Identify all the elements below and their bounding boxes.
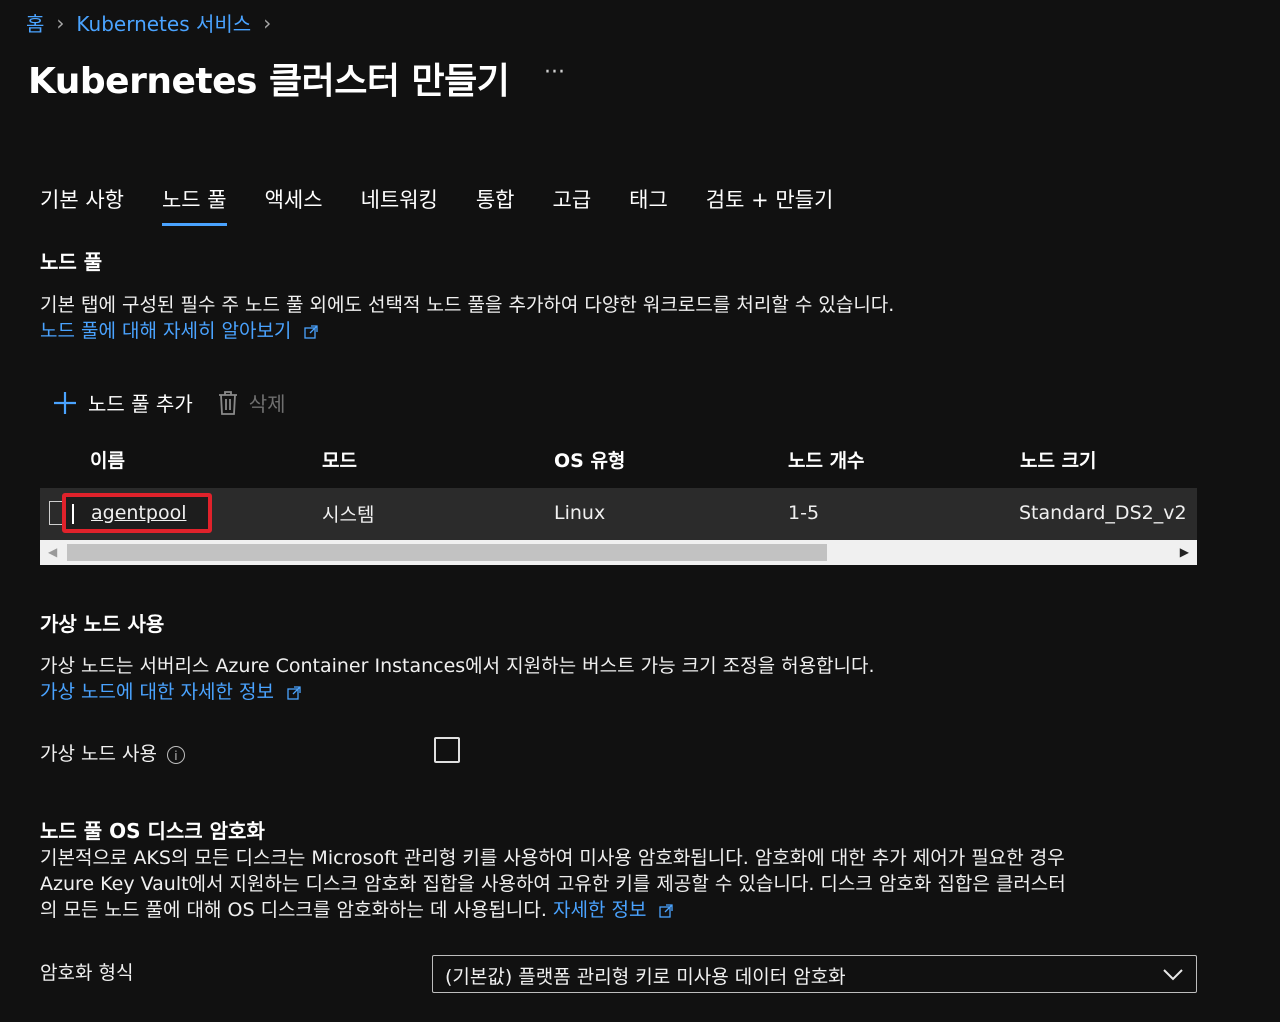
encryption-type-selected: (기본값) 플랫폼 관리형 키로 미사용 데이터 암호화 bbox=[445, 966, 846, 988]
nodepool-heading: 노드 풀 bbox=[40, 250, 103, 274]
encryption-type-dropdown[interactable]: (기본값) 플랫폼 관리형 키로 미사용 데이터 암호화 bbox=[432, 955, 1197, 993]
virtual-nodes-checkbox[interactable] bbox=[434, 737, 460, 763]
add-nodepool-label: 노드 풀 추가 bbox=[88, 392, 193, 416]
external-link-icon bbox=[659, 903, 674, 918]
plus-icon bbox=[54, 391, 76, 414]
add-nodepool-button[interactable]: 노드 풀 추가 bbox=[52, 388, 193, 417]
chevron-right-icon: › bbox=[263, 10, 272, 35]
nodepool-table-header: 이름 모드 OS 유형 노드 개수 노드 크기 bbox=[40, 440, 1197, 480]
column-header-name[interactable]: 이름 bbox=[90, 446, 125, 473]
virtual-nodes-field: 가상 노드 사용 i bbox=[40, 741, 185, 767]
horizontal-scrollbar[interactable]: ◀ ▶ bbox=[40, 540, 1197, 565]
cell-os-type: Linux bbox=[554, 502, 606, 524]
external-link-icon bbox=[304, 324, 319, 339]
scroll-left-icon[interactable]: ◀ bbox=[48, 545, 57, 559]
breadcrumb-kubernetes-service[interactable]: Kubernetes 서비스 bbox=[76, 8, 251, 37]
trash-icon bbox=[218, 390, 237, 415]
breadcrumb-home[interactable]: 홈 bbox=[26, 8, 44, 37]
nodepool-description: 기본 탭에 구성된 필수 주 노드 풀 외에도 선택적 노드 풀을 추가하여 다… bbox=[40, 294, 895, 316]
column-header-os-type[interactable]: OS 유형 bbox=[554, 446, 625, 473]
encryption-info-link[interactable]: 자세한 정보 bbox=[553, 899, 646, 921]
nodepool-name-link[interactable]: agentpool bbox=[91, 502, 186, 524]
column-header-node-size[interactable]: 노드 크기 bbox=[1020, 446, 1097, 473]
chevron-down-icon bbox=[1163, 969, 1183, 981]
column-header-mode[interactable]: 모드 bbox=[322, 446, 357, 473]
more-options-button[interactable]: ··· bbox=[544, 60, 565, 85]
tab-tags[interactable]: 태그 bbox=[629, 184, 668, 224]
column-header-node-count[interactable]: 노드 개수 bbox=[788, 446, 865, 473]
table-row[interactable]: agentpool 시스템 Linux 1-5 Standard_DS2_v2 bbox=[40, 488, 1197, 540]
info-icon[interactable]: i bbox=[166, 745, 185, 764]
virtual-nodes-field-label: 가상 노드 사용 bbox=[40, 743, 157, 765]
tab-review-create[interactable]: 검토 + 만들기 bbox=[706, 184, 834, 224]
cell-node-count: 1-5 bbox=[788, 502, 820, 524]
tab-integrations[interactable]: 통합 bbox=[476, 184, 515, 224]
chevron-right-icon: › bbox=[56, 10, 65, 35]
external-link-icon bbox=[287, 685, 301, 700]
cell-mode: 시스템 bbox=[322, 504, 375, 526]
encryption-description-line1: 기본적으로 AKS의 모든 디스크는 Microsoft 관리형 키를 사용하여… bbox=[40, 847, 1065, 869]
delete-button[interactable]: 삭제 bbox=[217, 388, 286, 417]
encryption-type-label: 암호화 형식 bbox=[40, 962, 134, 984]
encryption-heading: 노드 풀 OS 디스크 암호화 bbox=[40, 819, 265, 843]
breadcrumb: 홈 › Kubernetes 서비스 › bbox=[26, 8, 271, 37]
nodepool-toolbar: 노드 풀 추가 삭제 bbox=[52, 388, 310, 417]
cell-node-size: Standard_DS2_v2 bbox=[1019, 502, 1187, 524]
virtual-nodes-info-link[interactable]: 가상 노드에 대한 자세한 정보 bbox=[40, 681, 274, 703]
scroll-right-icon[interactable]: ▶ bbox=[1180, 545, 1189, 559]
delete-label: 삭제 bbox=[248, 392, 286, 416]
tab-basics[interactable]: 기본 사항 bbox=[40, 184, 124, 224]
tab-bar: 기본 사항 노드 풀 액세스 네트워킹 통합 고급 태그 검토 + 만들기 bbox=[40, 184, 871, 226]
cursor-bar bbox=[72, 504, 74, 524]
virtual-nodes-description: 가상 노드는 서버리스 Azure Container Instances에서 … bbox=[40, 655, 875, 677]
tab-access[interactable]: 액세스 bbox=[265, 184, 323, 224]
virtual-nodes-heading: 가상 노드 사용 bbox=[40, 612, 165, 636]
page-title: Kubernetes 클러스터 만들기 bbox=[28, 61, 510, 102]
tab-node-pools[interactable]: 노드 풀 bbox=[161, 184, 227, 226]
nodepool-learn-more-link[interactable]: 노드 풀에 대해 자세히 알아보기 bbox=[40, 320, 291, 342]
tab-advanced[interactable]: 고급 bbox=[553, 184, 592, 224]
encryption-description-line2: Azure Key Vault에서 지원하는 디스크 암호화 집합을 사용하여 … bbox=[40, 873, 1066, 895]
tab-networking[interactable]: 네트워킹 bbox=[361, 184, 438, 224]
scrollbar-thumb[interactable] bbox=[67, 544, 827, 561]
encryption-description-line3: 의 모든 노드 풀에 대해 OS 디스크를 암호화하는 데 사용됩니다. bbox=[40, 899, 547, 921]
